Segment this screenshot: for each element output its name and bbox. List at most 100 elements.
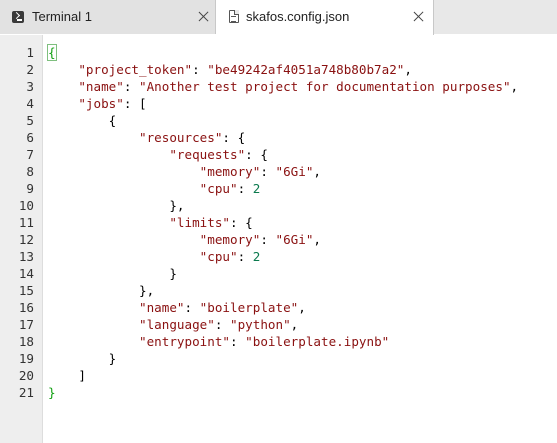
code-token: : (237, 249, 253, 264)
line-number: 7 (26, 147, 34, 162)
code-line[interactable]: "cpu": 2 (48, 248, 518, 265)
code-line[interactable]: }, (48, 197, 518, 214)
code-token: "entrypoint" (139, 334, 230, 349)
code-token: "name" (139, 300, 185, 315)
code-token: : { (245, 147, 268, 162)
code-token: : (123, 79, 140, 94)
line-numbers: 1 2 3 4 5 6 7 8 9 10 11 12 13 14 15 16 17 18 19 20 21 (0, 44, 34, 401)
code-line[interactable]: } (48, 350, 518, 367)
code-token: , (290, 317, 299, 332)
line-number: 16 (18, 300, 34, 315)
code-token: : [ (123, 96, 147, 111)
code-line[interactable]: { (47, 44, 518, 61)
code-token: "memory" (199, 232, 261, 247)
notebook-window: Terminal 1 skafos.config.json 1234567891… (0, 0, 557, 443)
code-line[interactable]: "jobs": [ (48, 95, 518, 112)
code-token: "jobs" (78, 96, 124, 111)
close-tab-config-file-icon[interactable] (412, 10, 425, 23)
code-token: "requests" (169, 147, 246, 162)
code-content[interactable]: { "project_token": "be49242af4051a748b80… (47, 44, 518, 401)
code-token: "boilerplate" (199, 300, 299, 315)
code-line[interactable]: "limits": { (48, 214, 518, 231)
line-number: 17 (18, 317, 34, 332)
code-token: "resources" (139, 130, 223, 145)
code-token: : (184, 300, 200, 315)
line-number: 20 (18, 368, 34, 383)
code-editor[interactable]: 1 2 3 4 5 6 7 8 9 10 11 12 13 14 15 16 17 18 19 20 21 { "pro… (0, 35, 557, 443)
code-token: : (260, 232, 276, 247)
code-token: : (237, 181, 253, 196)
code-line[interactable]: { (48, 112, 518, 129)
code-token: , (510, 79, 519, 94)
code-line[interactable]: } (48, 384, 518, 401)
code-line[interactable]: "project_token": "be49242af4051a748b80b7… (48, 61, 518, 78)
tab-config-file-label[interactable]: skafos.config.json (246, 10, 349, 24)
code-line[interactable]: "entrypoint": "boilerplate.ipynb" (48, 333, 518, 350)
line-number: 19 (18, 351, 34, 366)
file-icon (229, 10, 239, 23)
line-number: 12 (18, 232, 34, 247)
terminal-icon (12, 11, 24, 23)
code-token: "memory" (199, 164, 261, 179)
code-token: { (48, 113, 117, 128)
code-token: }, (48, 198, 185, 213)
code-line[interactable]: "name": "boilerplate", (48, 299, 518, 316)
code-token: "boilerplate.ipynb" (245, 334, 390, 349)
code-token: : (230, 334, 246, 349)
close-tab-terminal-icon[interactable] (197, 10, 210, 23)
line-number: 2 (26, 62, 34, 77)
code-token: { (47, 44, 57, 61)
line-number: 1 (26, 45, 34, 60)
code-token: "be49242af4051a748b80b7a2" (207, 62, 405, 77)
line-number: 10 (18, 198, 34, 213)
code-line[interactable]: "memory": "6Gi", (48, 163, 518, 180)
code-token: "name" (78, 79, 124, 94)
code-line[interactable]: }, (48, 282, 518, 299)
code-token: "cpu" (199, 249, 238, 264)
code-line[interactable]: "requests": { (48, 146, 518, 163)
code-token: "6Gi" (275, 232, 314, 247)
code-token: }, (48, 283, 155, 298)
code-token: "limits" (169, 215, 230, 230)
line-number: 4 (26, 96, 34, 111)
tab-bar: Terminal 1 skafos.config.json (0, 0, 557, 35)
code-line[interactable]: ] (48, 367, 518, 384)
code-token: "project_token" (78, 62, 193, 77)
line-number-gutter: 1 2 3 4 5 6 7 8 9 10 11 12 13 14 15 16 17 18 19 20 21 (0, 35, 43, 443)
code-line[interactable]: "resources": { (48, 129, 518, 146)
line-number: 14 (18, 266, 34, 281)
code-token: : { (222, 130, 246, 145)
code-token: } (48, 266, 177, 281)
code-line[interactable]: "name": "Another test project for docume… (48, 78, 518, 95)
code-line[interactable]: "cpu": 2 (48, 180, 518, 197)
code-line[interactable]: "memory": "6Gi", (48, 231, 518, 248)
code-line[interactable]: } (48, 265, 518, 282)
line-number: 6 (26, 130, 34, 145)
code-token: 2 (252, 249, 261, 264)
code-token: } (48, 351, 117, 366)
line-number: 8 (26, 164, 34, 179)
code-line[interactable]: "language": "python", (48, 316, 518, 333)
code-token: : { (230, 215, 253, 230)
code-token: ] (48, 368, 86, 383)
line-number: 3 (26, 79, 34, 94)
tab-bar-empty-space (434, 0, 557, 34)
code-token: , (313, 232, 322, 247)
code-token: "language" (139, 317, 215, 332)
line-number: 11 (18, 215, 34, 230)
code-token: 2 (252, 181, 261, 196)
code-token: "cpu" (199, 181, 238, 196)
tab-terminal-label[interactable]: Terminal 1 (32, 10, 92, 24)
